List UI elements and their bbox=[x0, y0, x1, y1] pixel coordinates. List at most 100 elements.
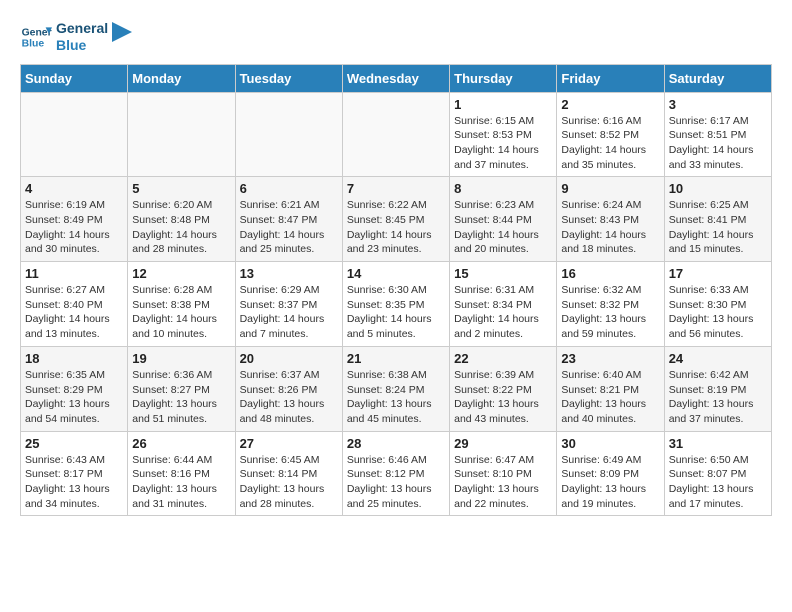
day-cell: 6Sunrise: 6:21 AM Sunset: 8:47 PM Daylig… bbox=[235, 177, 342, 262]
day-info: Sunrise: 6:25 AM Sunset: 8:41 PM Dayligh… bbox=[669, 198, 767, 257]
day-cell: 27Sunrise: 6:45 AM Sunset: 8:14 PM Dayli… bbox=[235, 431, 342, 516]
day-cell: 1 Sunrise: 6:15 AM Sunset: 8:53 PM Daylig… bbox=[450, 92, 557, 177]
header-cell-tuesday: Tuesday bbox=[235, 64, 342, 92]
header-cell-friday: Friday bbox=[557, 64, 664, 92]
day-cell: 13Sunrise: 6:29 AM Sunset: 8:37 PM Dayli… bbox=[235, 262, 342, 347]
day-number: 6 bbox=[240, 181, 338, 196]
day-cell: 30 Sunrise: 6:49 AM Sunset: 8:09 PM Dayli… bbox=[557, 431, 664, 516]
day-info: Sunrise: 6:30 AM Sunset: 8:35 PM Dayligh… bbox=[347, 283, 445, 342]
day-number: 30 bbox=[561, 436, 659, 451]
day-cell: 22 Sunrise: 6:39 AM Sunset: 8:22 PM Dayli… bbox=[450, 346, 557, 431]
day-cell: 29 Sunrise: 6:47 AM Sunset: 8:10 PM Dayli… bbox=[450, 431, 557, 516]
day-number: 12 bbox=[132, 266, 230, 281]
day-number: 22 bbox=[454, 351, 552, 366]
day-cell: 16Sunrise: 6:32 AM Sunset: 8:32 PM Dayli… bbox=[557, 262, 664, 347]
day-info: Sunrise: 6:16 AM Sunset: 8:52 PM Dayligh… bbox=[561, 114, 659, 173]
day-cell: 25 Sunrise: 6:43 AM Sunset: 8:17 PM Dayli… bbox=[21, 431, 128, 516]
day-info: Sunrise: 6:38 AM Sunset: 8:24 PM Dayligh… bbox=[347, 368, 445, 427]
day-number: 25 bbox=[25, 436, 123, 451]
day-number: 23 bbox=[561, 351, 659, 366]
day-number: 5 bbox=[132, 181, 230, 196]
day-cell: 5Sunrise: 6:20 AM Sunset: 8:48 PM Daylig… bbox=[128, 177, 235, 262]
day-info: Sunrise: 6:27 AM Sunset: 8:40 PM Dayligh… bbox=[25, 283, 123, 342]
day-cell bbox=[342, 92, 449, 177]
week-row-4: 25 Sunrise: 6:43 AM Sunset: 8:17 PM Dayli… bbox=[21, 431, 772, 516]
day-cell: 3 Sunrise: 6:17 AM Sunset: 8:51 PM Daylig… bbox=[664, 92, 771, 177]
day-number: 18 bbox=[25, 351, 123, 366]
header-cell-sunday: Sunday bbox=[21, 64, 128, 92]
header-cell-thursday: Thursday bbox=[450, 64, 557, 92]
day-info: Sunrise: 6:37 AM Sunset: 8:26 PM Dayligh… bbox=[240, 368, 338, 427]
logo-general: General bbox=[56, 20, 108, 37]
day-info: Sunrise: 6:22 AM Sunset: 8:45 PM Dayligh… bbox=[347, 198, 445, 257]
day-number: 14 bbox=[347, 266, 445, 281]
header-cell-saturday: Saturday bbox=[664, 64, 771, 92]
day-number: 15 bbox=[454, 266, 552, 281]
day-cell: 23 Sunrise: 6:40 AM Sunset: 8:21 PM Dayli… bbox=[557, 346, 664, 431]
day-info: Sunrise: 6:50 AM Sunset: 8:07 PM Dayligh… bbox=[669, 453, 767, 512]
day-cell: 26 Sunrise: 6:44 AM Sunset: 8:16 PM Dayli… bbox=[128, 431, 235, 516]
logo-icon: General Blue bbox=[20, 21, 52, 53]
header: General Blue General Blue bbox=[20, 20, 772, 54]
day-info: Sunrise: 6:36 AM Sunset: 8:27 PM Dayligh… bbox=[132, 368, 230, 427]
day-cell: 14 Sunrise: 6:30 AM Sunset: 8:35 PM Dayli… bbox=[342, 262, 449, 347]
day-cell: 9Sunrise: 6:24 AM Sunset: 8:43 PM Daylig… bbox=[557, 177, 664, 262]
day-cell: 12 Sunrise: 6:28 AM Sunset: 8:38 PM Dayli… bbox=[128, 262, 235, 347]
day-cell: 17 Sunrise: 6:33 AM Sunset: 8:30 PM Dayli… bbox=[664, 262, 771, 347]
calendar-table: SundayMondayTuesdayWednesdayThursdayFrid… bbox=[20, 64, 772, 517]
day-cell bbox=[128, 92, 235, 177]
day-info: Sunrise: 6:39 AM Sunset: 8:22 PM Dayligh… bbox=[454, 368, 552, 427]
day-cell: 2 Sunrise: 6:16 AM Sunset: 8:52 PM Daylig… bbox=[557, 92, 664, 177]
svg-text:Blue: Blue bbox=[22, 38, 45, 49]
day-info: Sunrise: 6:29 AM Sunset: 8:37 PM Dayligh… bbox=[240, 283, 338, 342]
day-cell: 21 Sunrise: 6:38 AM Sunset: 8:24 PM Dayli… bbox=[342, 346, 449, 431]
day-cell: 8Sunrise: 6:23 AM Sunset: 8:44 PM Daylig… bbox=[450, 177, 557, 262]
day-number: 17 bbox=[669, 266, 767, 281]
day-number: 1 bbox=[454, 97, 552, 112]
day-info: Sunrise: 6:23 AM Sunset: 8:44 PM Dayligh… bbox=[454, 198, 552, 257]
day-info: Sunrise: 6:40 AM Sunset: 8:21 PM Dayligh… bbox=[561, 368, 659, 427]
day-cell: 28 Sunrise: 6:46 AM Sunset: 8:12 PM Dayli… bbox=[342, 431, 449, 516]
day-number: 2 bbox=[561, 97, 659, 112]
day-number: 26 bbox=[132, 436, 230, 451]
logo: General Blue General Blue bbox=[20, 20, 132, 54]
day-info: Sunrise: 6:49 AM Sunset: 8:09 PM Dayligh… bbox=[561, 453, 659, 512]
day-cell: 10 Sunrise: 6:25 AM Sunset: 8:41 PM Dayli… bbox=[664, 177, 771, 262]
day-info: Sunrise: 6:44 AM Sunset: 8:16 PM Dayligh… bbox=[132, 453, 230, 512]
day-info: Sunrise: 6:47 AM Sunset: 8:10 PM Dayligh… bbox=[454, 453, 552, 512]
day-info: Sunrise: 6:33 AM Sunset: 8:30 PM Dayligh… bbox=[669, 283, 767, 342]
day-number: 28 bbox=[347, 436, 445, 451]
day-number: 29 bbox=[454, 436, 552, 451]
day-number: 27 bbox=[240, 436, 338, 451]
day-info: Sunrise: 6:35 AM Sunset: 8:29 PM Dayligh… bbox=[25, 368, 123, 427]
day-info: Sunrise: 6:42 AM Sunset: 8:19 PM Dayligh… bbox=[669, 368, 767, 427]
day-cell bbox=[21, 92, 128, 177]
day-number: 21 bbox=[347, 351, 445, 366]
week-row-2: 11 Sunrise: 6:27 AM Sunset: 8:40 PM Dayli… bbox=[21, 262, 772, 347]
day-number: 20 bbox=[240, 351, 338, 366]
day-cell: 18 Sunrise: 6:35 AM Sunset: 8:29 PM Dayli… bbox=[21, 346, 128, 431]
day-info: Sunrise: 6:31 AM Sunset: 8:34 PM Dayligh… bbox=[454, 283, 552, 342]
day-cell: 19Sunrise: 6:36 AM Sunset: 8:27 PM Dayli… bbox=[128, 346, 235, 431]
week-row-3: 18 Sunrise: 6:35 AM Sunset: 8:29 PM Dayli… bbox=[21, 346, 772, 431]
day-cell: 31Sunrise: 6:50 AM Sunset: 8:07 PM Dayli… bbox=[664, 431, 771, 516]
day-number: 3 bbox=[669, 97, 767, 112]
day-number: 24 bbox=[669, 351, 767, 366]
day-cell bbox=[235, 92, 342, 177]
day-info: Sunrise: 6:28 AM Sunset: 8:38 PM Dayligh… bbox=[132, 283, 230, 342]
day-cell: 11 Sunrise: 6:27 AM Sunset: 8:40 PM Dayli… bbox=[21, 262, 128, 347]
day-cell: 4Sunrise: 6:19 AM Sunset: 8:49 PM Daylig… bbox=[21, 177, 128, 262]
day-cell: 20 Sunrise: 6:37 AM Sunset: 8:26 PM Dayli… bbox=[235, 346, 342, 431]
day-cell: 7Sunrise: 6:22 AM Sunset: 8:45 PM Daylig… bbox=[342, 177, 449, 262]
day-info: Sunrise: 6:32 AM Sunset: 8:32 PM Dayligh… bbox=[561, 283, 659, 342]
day-info: Sunrise: 6:19 AM Sunset: 8:49 PM Dayligh… bbox=[25, 198, 123, 257]
day-number: 10 bbox=[669, 181, 767, 196]
logo-flag-icon bbox=[112, 22, 132, 52]
day-info: Sunrise: 6:15 AM Sunset: 8:53 PM Dayligh… bbox=[454, 114, 552, 173]
day-info: Sunrise: 6:17 AM Sunset: 8:51 PM Dayligh… bbox=[669, 114, 767, 173]
day-info: Sunrise: 6:43 AM Sunset: 8:17 PM Dayligh… bbox=[25, 453, 123, 512]
day-info: Sunrise: 6:46 AM Sunset: 8:12 PM Dayligh… bbox=[347, 453, 445, 512]
day-number: 11 bbox=[25, 266, 123, 281]
day-number: 9 bbox=[561, 181, 659, 196]
header-cell-monday: Monday bbox=[128, 64, 235, 92]
